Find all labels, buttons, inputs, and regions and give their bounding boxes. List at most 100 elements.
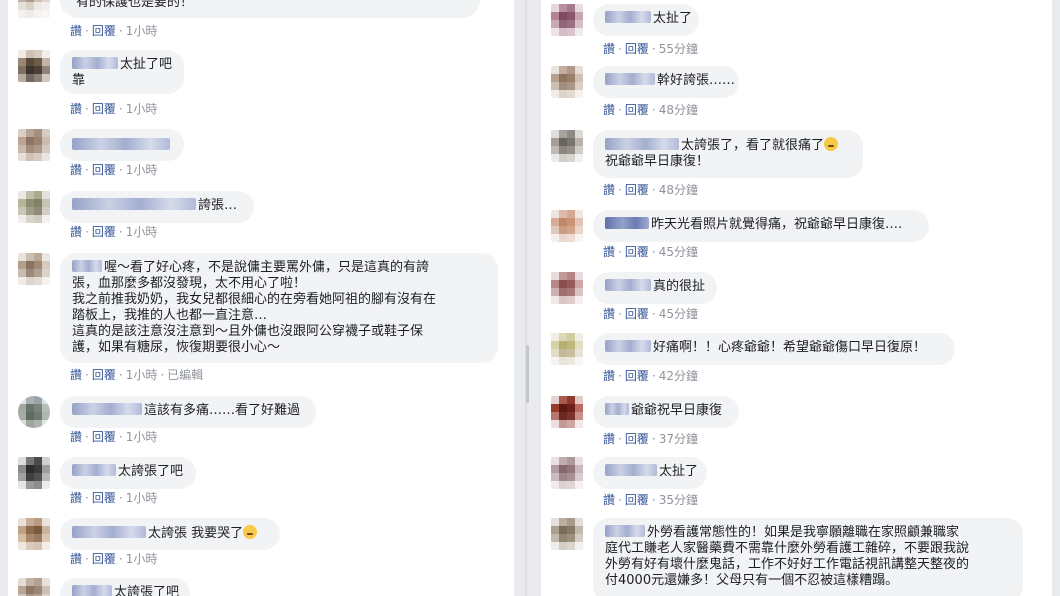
author-name[interactable] — [72, 198, 196, 210]
avatar[interactable] — [18, 0, 50, 18]
author-name[interactable] — [605, 279, 651, 291]
like-link[interactable]: 讚 — [603, 42, 615, 56]
author-name[interactable] — [605, 217, 649, 229]
like-link[interactable]: 讚 — [603, 369, 615, 383]
avatar[interactable] — [18, 253, 50, 285]
reply-link[interactable]: 回覆 — [92, 552, 116, 566]
comment-time[interactable]: 55分鐘 — [659, 42, 698, 56]
avatar[interactable] — [551, 66, 583, 98]
comment-time[interactable]: 1小時 — [126, 163, 158, 177]
comment-time[interactable]: 45分鐘 — [659, 245, 698, 259]
comment: 有的保護也是要的！ 讚 · 回覆 · 1小時 — [18, 0, 498, 38]
comment-time[interactable]: 1小時 — [126, 225, 158, 239]
author-name[interactable] — [605, 464, 657, 476]
author-name[interactable] — [72, 526, 146, 538]
comment-time[interactable]: 1小時 — [126, 552, 158, 566]
author-name[interactable] — [72, 57, 118, 69]
comment: 喔～看了好心疼，不是說傭主要罵外傭，只是這真的有誇 張，血那麼多都沒發現，太不用… — [18, 253, 508, 383]
like-link[interactable]: 讚 — [70, 163, 82, 177]
avatar[interactable] — [18, 396, 50, 428]
reply-link[interactable]: 回覆 — [92, 430, 116, 444]
comment-time[interactable]: 48分鐘 — [659, 103, 698, 117]
author-name[interactable] — [72, 585, 112, 596]
author-name[interactable] — [605, 525, 645, 537]
comments-panel-left: 有的保護也是要的！ 讚 · 回覆 · 1小時 太扯了吧 靠 讚 · 回覆 · 1小時 — [8, 0, 514, 596]
avatar[interactable] — [18, 578, 50, 596]
like-link[interactable]: 讚 — [70, 552, 82, 566]
avatar[interactable] — [551, 457, 583, 489]
like-link[interactable]: 讚 — [70, 491, 82, 505]
comment-text: 這真的是該注意沒注意到～且外傭也沒跟阿公穿襪子或鞋子保 — [72, 324, 424, 339]
comment-text: 張，血那麼多都沒發現，太不用心了啦！ — [72, 276, 307, 291]
avatar[interactable] — [18, 50, 50, 82]
reply-link[interactable]: 回覆 — [92, 491, 116, 505]
comment-text: 太誇張 我要哭了 — [148, 526, 244, 541]
comment-text: 庭代工賺老人家醫藥費不需靠什麼外勞看護工雜碎，不要跟我說 — [605, 541, 970, 556]
avatar[interactable] — [551, 518, 583, 550]
avatar[interactable] — [551, 130, 583, 162]
like-link[interactable]: 讚 — [70, 430, 82, 444]
comment-text: 祝爺爺早日康復！ — [605, 154, 710, 169]
comment-time[interactable]: 45分鐘 — [659, 307, 698, 321]
comment: 真的很扯 讚 · 回覆 · 45分鐘 — [551, 272, 1031, 328]
avatar[interactable] — [551, 4, 583, 36]
scrollbar-thumb[interactable] — [526, 345, 529, 403]
comment-bubble: 太誇張了，看了就很痛了 祝爺爺早日康復！ — [593, 130, 863, 178]
comment-actions: 讚 · 回覆 · 42分鐘 — [603, 369, 698, 383]
avatar[interactable] — [551, 272, 583, 304]
comment-time[interactable]: 48分鐘 — [659, 183, 698, 197]
reply-link[interactable]: 回覆 — [625, 183, 649, 197]
author-name[interactable] — [605, 138, 679, 150]
comment-time[interactable]: 35分鐘 — [659, 493, 698, 507]
like-link[interactable]: 讚 — [603, 245, 615, 259]
comment-text: 外勞有好有壞什麼鬼話，工作不好好工作電話視訊講整天整夜的 — [605, 557, 970, 572]
avatar[interactable] — [18, 457, 50, 489]
comment-time[interactable]: 42分鐘 — [659, 369, 698, 383]
author-name[interactable] — [72, 464, 116, 476]
avatar[interactable] — [551, 396, 583, 428]
author-name[interactable] — [72, 260, 102, 272]
reply-link[interactable]: 回覆 — [92, 225, 116, 239]
reply-link[interactable]: 回覆 — [625, 245, 649, 259]
like-link[interactable]: 讚 — [603, 432, 615, 446]
author-name[interactable] — [605, 11, 651, 23]
edited-label[interactable]: 已編輯 — [167, 368, 203, 382]
like-link[interactable]: 讚 — [70, 225, 82, 239]
reply-link[interactable]: 回覆 — [92, 24, 116, 38]
reply-link[interactable]: 回覆 — [625, 103, 649, 117]
reply-link[interactable]: 回覆 — [625, 493, 649, 507]
comment-time[interactable]: 1小時 — [126, 491, 158, 505]
reply-link[interactable]: 回覆 — [625, 42, 649, 56]
author-name[interactable] — [72, 403, 142, 415]
like-link[interactable]: 讚 — [603, 103, 615, 117]
like-link[interactable]: 讚 — [603, 183, 615, 197]
reply-link[interactable]: 回覆 — [625, 307, 649, 321]
author-name[interactable] — [605, 403, 629, 415]
comment-actions: 讚 · 回覆 · 1小時 — [70, 24, 158, 38]
comment: 太扯了吧 靠 讚 · 回覆 · 1小時 — [18, 50, 498, 120]
reply-link[interactable]: 回覆 — [625, 432, 649, 446]
reply-link[interactable]: 回覆 — [92, 163, 116, 177]
comment-time[interactable]: 1小時 — [126, 368, 158, 382]
comment-text: 太扯了 — [653, 11, 693, 26]
author-name[interactable] — [605, 73, 655, 85]
avatar[interactable] — [551, 333, 583, 365]
author-name[interactable] — [605, 340, 651, 352]
reply-link[interactable]: 回覆 — [625, 369, 649, 383]
like-link[interactable]: 讚 — [603, 307, 615, 321]
avatar[interactable] — [18, 191, 50, 223]
avatar[interactable] — [551, 210, 583, 242]
like-link[interactable]: 讚 — [70, 24, 82, 38]
reply-link[interactable]: 回覆 — [92, 368, 116, 382]
comment-time[interactable]: 1小時 — [126, 102, 158, 116]
comment-time[interactable]: 1小時 — [126, 430, 158, 444]
like-link[interactable]: 讚 — [70, 368, 82, 382]
avatar[interactable] — [18, 129, 50, 161]
like-link[interactable]: 讚 — [603, 493, 615, 507]
comment-time[interactable]: 37分鐘 — [659, 432, 698, 446]
comment-time[interactable]: 1小時 — [126, 24, 158, 38]
avatar[interactable] — [18, 518, 50, 550]
like-link[interactable]: 讚 — [70, 102, 82, 116]
reply-link[interactable]: 回覆 — [92, 102, 116, 116]
author-name[interactable] — [72, 138, 170, 150]
